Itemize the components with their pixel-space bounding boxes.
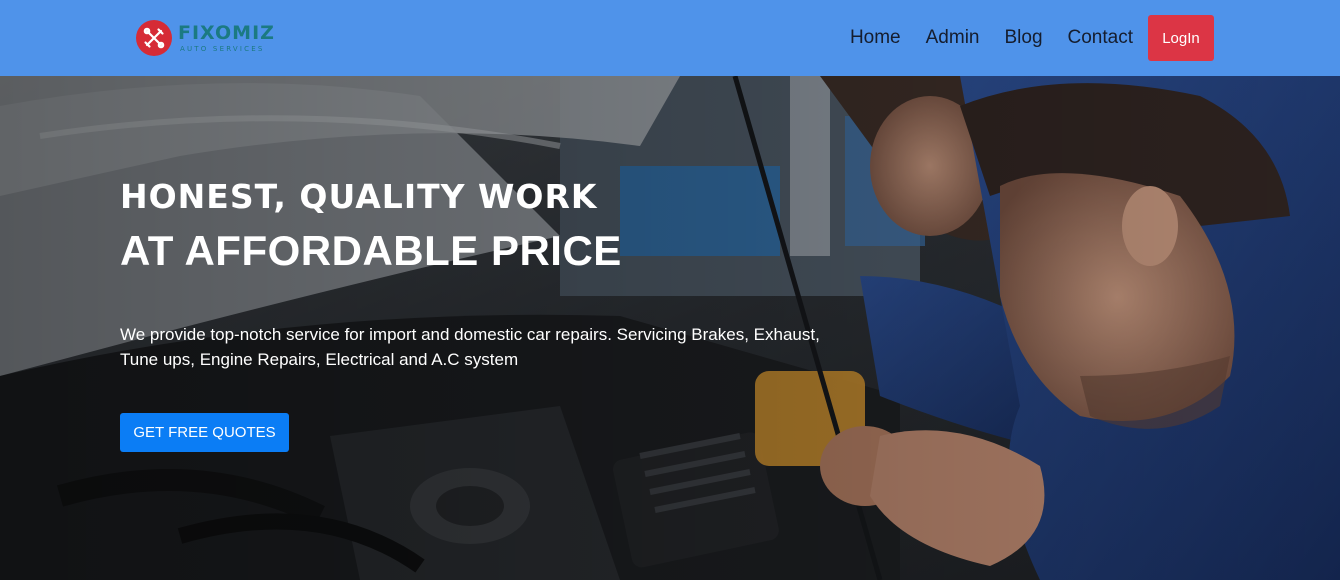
brand-text: FIXOMIZ AUTO SERVICES [178, 21, 275, 53]
brand-name: FIXOMIZ [178, 21, 275, 44]
hero-subheading: HONEST, QUALITY WORK [120, 177, 598, 216]
get-free-quotes-button[interactable]: GET FREE QUOTES [120, 413, 289, 452]
nav-link-admin[interactable]: Admin [926, 27, 980, 49]
nav-link-blog[interactable]: Blog [1004, 27, 1042, 49]
brand-tagline: AUTO SERVICES [180, 44, 265, 53]
navbar: FIXOMIZ AUTO SERVICES Home Admin Blog Co… [0, 0, 1340, 76]
wrench-crossed-icon [136, 20, 172, 56]
hero-description: We provide top-notch service for import … [120, 325, 820, 369]
hero-section: HONEST, QUALITY WORK AT AFFORDABLE PRICE… [0, 76, 1340, 580]
main-nav: Home Admin Blog Contact LogIn [850, 15, 1214, 61]
hero-heading: AT AFFORDABLE PRICE [120, 227, 622, 274]
hero-content: HONEST, QUALITY WORK AT AFFORDABLE PRICE… [120, 180, 880, 452]
nav-link-home[interactable]: Home [850, 27, 901, 49]
login-button[interactable]: LogIn [1148, 15, 1214, 61]
brand-logo[interactable]: FIXOMIZ AUTO SERVICES [136, 20, 275, 56]
page: FIXOMIZ AUTO SERVICES Home Admin Blog Co… [0, 0, 1340, 580]
nav-link-contact[interactable]: Contact [1068, 27, 1133, 49]
